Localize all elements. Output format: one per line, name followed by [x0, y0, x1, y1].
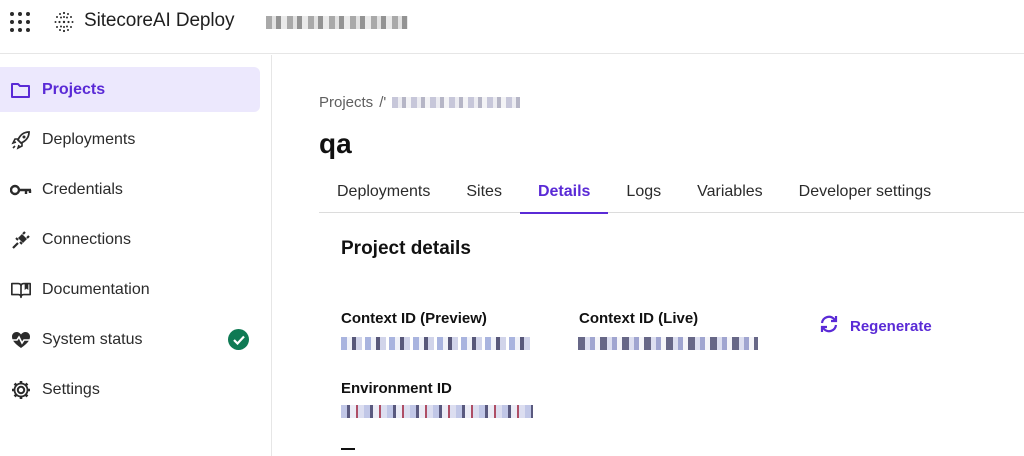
sidebar-item-label: Settings — [42, 380, 100, 398]
gear-icon — [10, 379, 32, 401]
apps-grid-icon[interactable] — [10, 12, 30, 32]
tab-sites[interactable]: Sites — [448, 171, 520, 213]
tab-deployments[interactable]: Deployments — [319, 171, 448, 213]
breadcrumb-projects-link[interactable]: Projects — [319, 94, 373, 111]
environment-id-label: Environment ID — [341, 380, 452, 397]
key-icon — [10, 179, 32, 201]
context-id-live-value — [578, 337, 758, 350]
sidebar-item-label: System status — [42, 330, 143, 348]
top-bar: SitecoreAI Deploy — [0, 0, 1024, 54]
tab-variables[interactable]: Variables — [679, 171, 781, 213]
sidebar-item-label: Deployments — [42, 130, 136, 148]
context-id-preview-value — [341, 337, 533, 350]
sidebar-item-connections[interactable]: Connections — [0, 217, 260, 262]
sitecore-logo-icon — [54, 11, 74, 33]
sidebar-item-deployments[interactable]: Deployments — [0, 117, 260, 162]
tab-bar: Deployments Sites Details Logs Variables… — [319, 171, 1024, 214]
regenerate-label: Regenerate — [850, 318, 932, 335]
sidebar-item-credentials[interactable]: Credentials — [0, 167, 260, 212]
context-id-preview-label: Context ID (Preview) — [341, 310, 487, 327]
sidebar-item-system-status[interactable]: System status — [0, 317, 260, 362]
app-title: SitecoreAI Deploy — [84, 10, 235, 31]
breadcrumb-project-name — [392, 97, 521, 108]
context-id-live-label: Context ID (Live) — [579, 310, 699, 327]
book-icon — [10, 279, 32, 301]
page-title: qa — [319, 128, 352, 159]
section-title: Project details — [341, 238, 471, 259]
sidebar-item-label: Credentials — [42, 180, 123, 198]
check-circle-icon — [228, 329, 249, 350]
regenerate-button[interactable]: Regenerate — [818, 313, 932, 340]
sidebar-item-label: Connections — [42, 230, 131, 248]
rocket-icon — [10, 129, 32, 151]
tab-details[interactable]: Details — [519, 171, 609, 214]
tab-developer-settings[interactable]: Developer settings — [781, 171, 950, 213]
breadcrumb-separator: /' — [379, 94, 387, 111]
tab-logs[interactable]: Logs — [608, 171, 679, 213]
sidebar: Projects Deployments Credentials Connect… — [0, 55, 272, 456]
refresh-icon — [818, 313, 840, 340]
sidebar-item-label: Projects — [42, 80, 106, 98]
sidebar-item-projects[interactable]: Projects — [0, 67, 260, 112]
organization-name[interactable] — [266, 16, 408, 29]
folder-icon — [10, 79, 32, 101]
environment-id-value — [341, 405, 533, 418]
plug-icon — [10, 229, 32, 251]
sidebar-item-label: Documentation — [42, 280, 150, 298]
sidebar-item-settings[interactable]: Settings — [0, 367, 260, 412]
sidebar-item-documentation[interactable]: Documentation — [0, 267, 260, 312]
heart-pulse-icon — [10, 329, 32, 351]
next-field-label — [341, 448, 355, 456]
breadcrumb: Projects /' — [319, 94, 521, 111]
